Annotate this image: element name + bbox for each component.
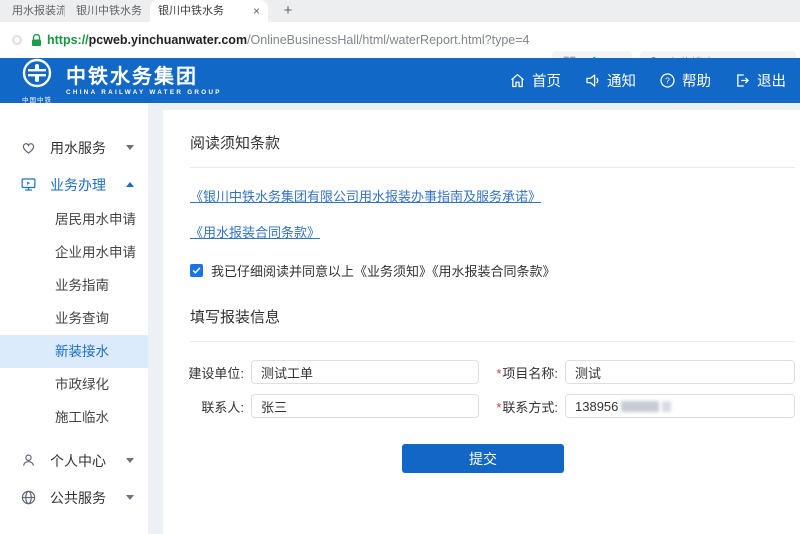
new-tab-button[interactable]: + [276,0,300,22]
speaker-icon [584,72,601,89]
logo-badge: 中国中铁 [14,94,60,104]
agree-row: 我已仔细阅读并同意以上《业务须知》《用水报装合同条款》 [190,261,795,280]
sidebar-spacer [0,434,148,442]
nav-logout[interactable]: 退出 [734,70,786,91]
url-path: /OnlineBusinessHall/html/waterReport.htm… [247,33,529,47]
browser-urlbar: https://pcweb.yinchuanwater.com/OnlineBu… [0,22,800,58]
form-section-title: 填写报装信息 [190,306,795,327]
sidebar-group-public[interactable]: 公共服务 [0,479,148,516]
phone-redaction-blur [662,401,671,412]
crcc-emblem-icon [22,58,52,88]
browser-tab-1[interactable]: 用水报装流程_ [4,0,64,22]
nav-notice[interactable]: 通知 [584,70,636,91]
sidebar-group-label: 业务办理 [50,175,126,195]
phone-value-visible: 138956 [575,399,618,414]
nav-logout-label: 退出 [757,70,786,91]
logout-icon [734,72,751,89]
user-icon [20,452,37,469]
tab-close-icon[interactable]: × [253,5,260,17]
sidebar-group-label: 个人中心 [50,451,126,471]
sidebar-item-enterprise-apply[interactable]: 企业用水申请 [0,236,148,269]
help-icon: ? [659,72,676,89]
sidebar-group-water-service[interactable]: 用水服务 [0,129,148,166]
sidebar-item-resident-apply[interactable]: 居民用水申请 [0,203,148,236]
browser-tab-active[interactable]: 银川中铁水务 × [150,0,268,22]
heart-icon [20,139,37,156]
contact-input[interactable] [251,394,479,418]
sidebar-item-municipal-greening[interactable]: 市政绿化 [0,368,148,401]
url-scheme: https:// [47,33,89,47]
phone-redaction-blur [621,401,659,412]
site-header: 中国中铁 中铁水务集团 CHINA RAILWAY WATER GROUP 首页 [0,58,800,103]
agree-checkbox[interactable] [190,264,203,277]
chevron-down-icon [126,458,134,463]
nav-help-label: 帮助 [682,70,711,91]
project-label-text: 项目名称: [502,366,558,381]
sidebar-group-business[interactable]: 业务办理 [0,166,148,203]
report-form: 建设单位: *项目名称: 联系人: *联系方式: 138956 [190,360,795,418]
home-icon [509,72,526,89]
tab-separator [64,5,65,17]
sidebar-item-new-connection[interactable]: 新装接水 [0,335,148,368]
unit-label-text: 建设单位: [188,366,244,381]
sidebar-item-business-query[interactable]: 业务查询 [0,302,148,335]
tab-title: 银川中铁水务 [158,0,247,22]
contract-terms-link[interactable]: 《用水报装合同条款》 [190,222,320,241]
chevron-down-icon [126,145,134,150]
notice-section-title: 阅读须知条款 [190,132,795,153]
url-host: pcweb.yinchuanwater.com [89,33,247,47]
nav-notice-label: 通知 [607,70,636,91]
project-input[interactable] [565,360,795,384]
unit-input[interactable] [251,360,479,384]
sidebar-group-label: 用水服务 [50,138,126,158]
contact-label: 联系人: [201,397,244,416]
workspace: 用水服务 业务办理 居民用水申请 企业用水申请 业务指南 业务查询 [0,103,800,534]
contact-label-text: 联系人: [201,400,244,415]
globe-icon [20,489,37,506]
nav-home[interactable]: 首页 [509,70,561,91]
project-label: *项目名称: [496,363,558,382]
divider [190,167,795,168]
lock-icon [31,34,42,47]
header-nav: 首页 通知 ? 帮助 [509,70,786,91]
chevron-down-icon [126,495,134,500]
address-bar[interactable]: https://pcweb.yinchuanwater.com/OnlineBu… [47,22,529,58]
phone-label: *联系方式: [496,397,558,416]
monitor-icon [20,176,37,193]
divider [190,341,795,342]
agree-text: 我已仔细阅读并同意以上《业务须知》《用水报装合同条款》 [211,261,556,280]
browser-window: 用水报装流程_ 银川中铁水务 银川中铁水务 × + https://pcweb.… [0,0,800,534]
chevron-up-icon [126,182,134,187]
sidebar: 用水服务 业务办理 居民用水申请 企业用水申请 业务指南 业务查询 [0,103,148,534]
logo-title: 中铁水务集团 [66,66,222,88]
sidebar-item-business-guide[interactable]: 业务指南 [0,269,148,302]
phone-input[interactable]: 138956 [565,394,795,418]
unit-label: 建设单位: [188,363,244,382]
help-question-mark: ? [665,76,670,86]
logo-subtitle: CHINA RAILWAY WATER GROUP [66,89,222,96]
required-asterisk: * [496,400,501,415]
submit-button[interactable]: 提交 [402,444,564,473]
phone-label-text: 联系方式: [502,400,558,415]
browser-tab-2[interactable]: 银川中铁水务 [68,0,146,22]
main-content: 阅读须知条款 《银川中铁水务集团有限公司用水报装办事指南及服务承诺》 《用水报装… [163,110,800,534]
nav-help[interactable]: ? 帮助 [659,70,711,91]
sidebar-group-personal[interactable]: 个人中心 [0,442,148,479]
sidebar-group-label: 公共服务 [50,488,126,508]
site-favicon-placeholder-icon [12,35,22,45]
required-asterisk: * [496,366,501,381]
browser-tabbar: 用水报装流程_ 银川中铁水务 银川中铁水务 × + [0,0,800,22]
nav-home-label: 首页 [532,70,561,91]
guide-document-link[interactable]: 《银川中铁水务集团有限公司用水报装办事指南及服务承诺》 [190,186,541,205]
check-icon [192,266,201,275]
sidebar-item-construction-water[interactable]: 施工临水 [0,401,148,434]
site-logo: 中国中铁 中铁水务集团 CHINA RAILWAY WATER GROUP [14,58,222,104]
